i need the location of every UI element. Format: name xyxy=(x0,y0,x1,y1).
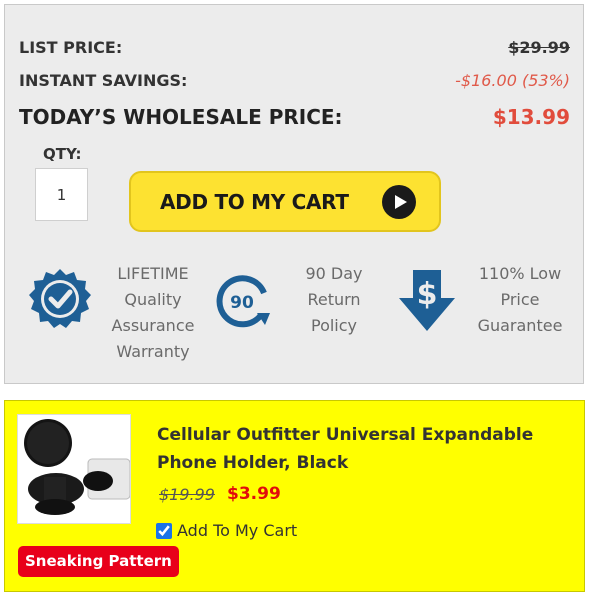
play-arrow-icon xyxy=(382,185,416,219)
instant-savings-row: INSTANT SAVINGS: -$16.00 (53%) xyxy=(19,70,570,92)
quantity-input[interactable] xyxy=(35,168,88,221)
checkmark-seal-icon xyxy=(29,269,91,328)
badge-line: Price xyxy=(500,290,540,309)
addon-new-price: $3.99 xyxy=(227,484,281,504)
addon-offer-box: Cellular Outfitter Universal Expandable … xyxy=(4,400,585,592)
product-thumbnail xyxy=(17,414,131,524)
todays-price-row: TODAY’S WHOLESALE PRICE: $13.99 xyxy=(19,103,570,131)
badge-line: Policy xyxy=(310,316,358,335)
todays-price-value: $13.99 xyxy=(492,105,570,129)
dollar-down-arrow-icon: $ xyxy=(399,270,455,331)
instant-savings-value: -$16.00 (53%) xyxy=(455,71,570,90)
add-to-cart-checkbox[interactable] xyxy=(156,523,172,539)
add-to-cart-label: ADD TO MY CART xyxy=(160,190,349,214)
list-price-value: $29.99 xyxy=(508,38,570,57)
badge-line: Warranty xyxy=(116,342,190,361)
addon-title[interactable]: Cellular Outfitter Universal Expandable … xyxy=(157,421,577,477)
todays-price-label: TODAY’S WHOLESALE PRICE: xyxy=(19,105,343,129)
phone-holder-image xyxy=(18,415,130,523)
list-price-row: LIST PRICE: $29.99 xyxy=(19,37,570,59)
instant-savings-label: INSTANT SAVINGS: xyxy=(19,71,188,90)
dark-pattern-tag: Sneaking Pattern xyxy=(18,546,179,577)
svg-text:$: $ xyxy=(417,277,438,312)
badge-line: 110% Low xyxy=(478,264,562,283)
return-days-text: 90 xyxy=(230,293,254,313)
add-to-cart-checkbox-label[interactable]: Add To My Cart xyxy=(177,521,297,540)
90-day-return-icon: 90 xyxy=(216,275,270,328)
list-price-label: LIST PRICE: xyxy=(19,38,123,57)
badge-line: Assurance xyxy=(111,316,195,335)
addon-old-price: $19.99 xyxy=(159,485,215,504)
badge-line: LIFETIME xyxy=(117,264,189,283)
badge-line: Quality xyxy=(124,290,182,309)
low-price-guarantee-badge: 110% Low Price Guarantee xyxy=(468,261,572,339)
qty-label: QTY: xyxy=(43,145,82,163)
pricing-panel: LIST PRICE: $29.99 INSTANT SAVINGS: -$16… xyxy=(4,4,584,384)
lifetime-warranty-badge: LIFETIME Quality Assurance Warranty xyxy=(103,261,203,365)
badge-line: Guarantee xyxy=(477,316,563,335)
badge-line: 90 Day xyxy=(305,264,363,283)
return-policy-badge: 90 Day Return Policy xyxy=(288,261,380,339)
badge-line: Return xyxy=(307,290,361,309)
add-to-cart-button[interactable]: ADD TO MY CART xyxy=(129,171,441,232)
